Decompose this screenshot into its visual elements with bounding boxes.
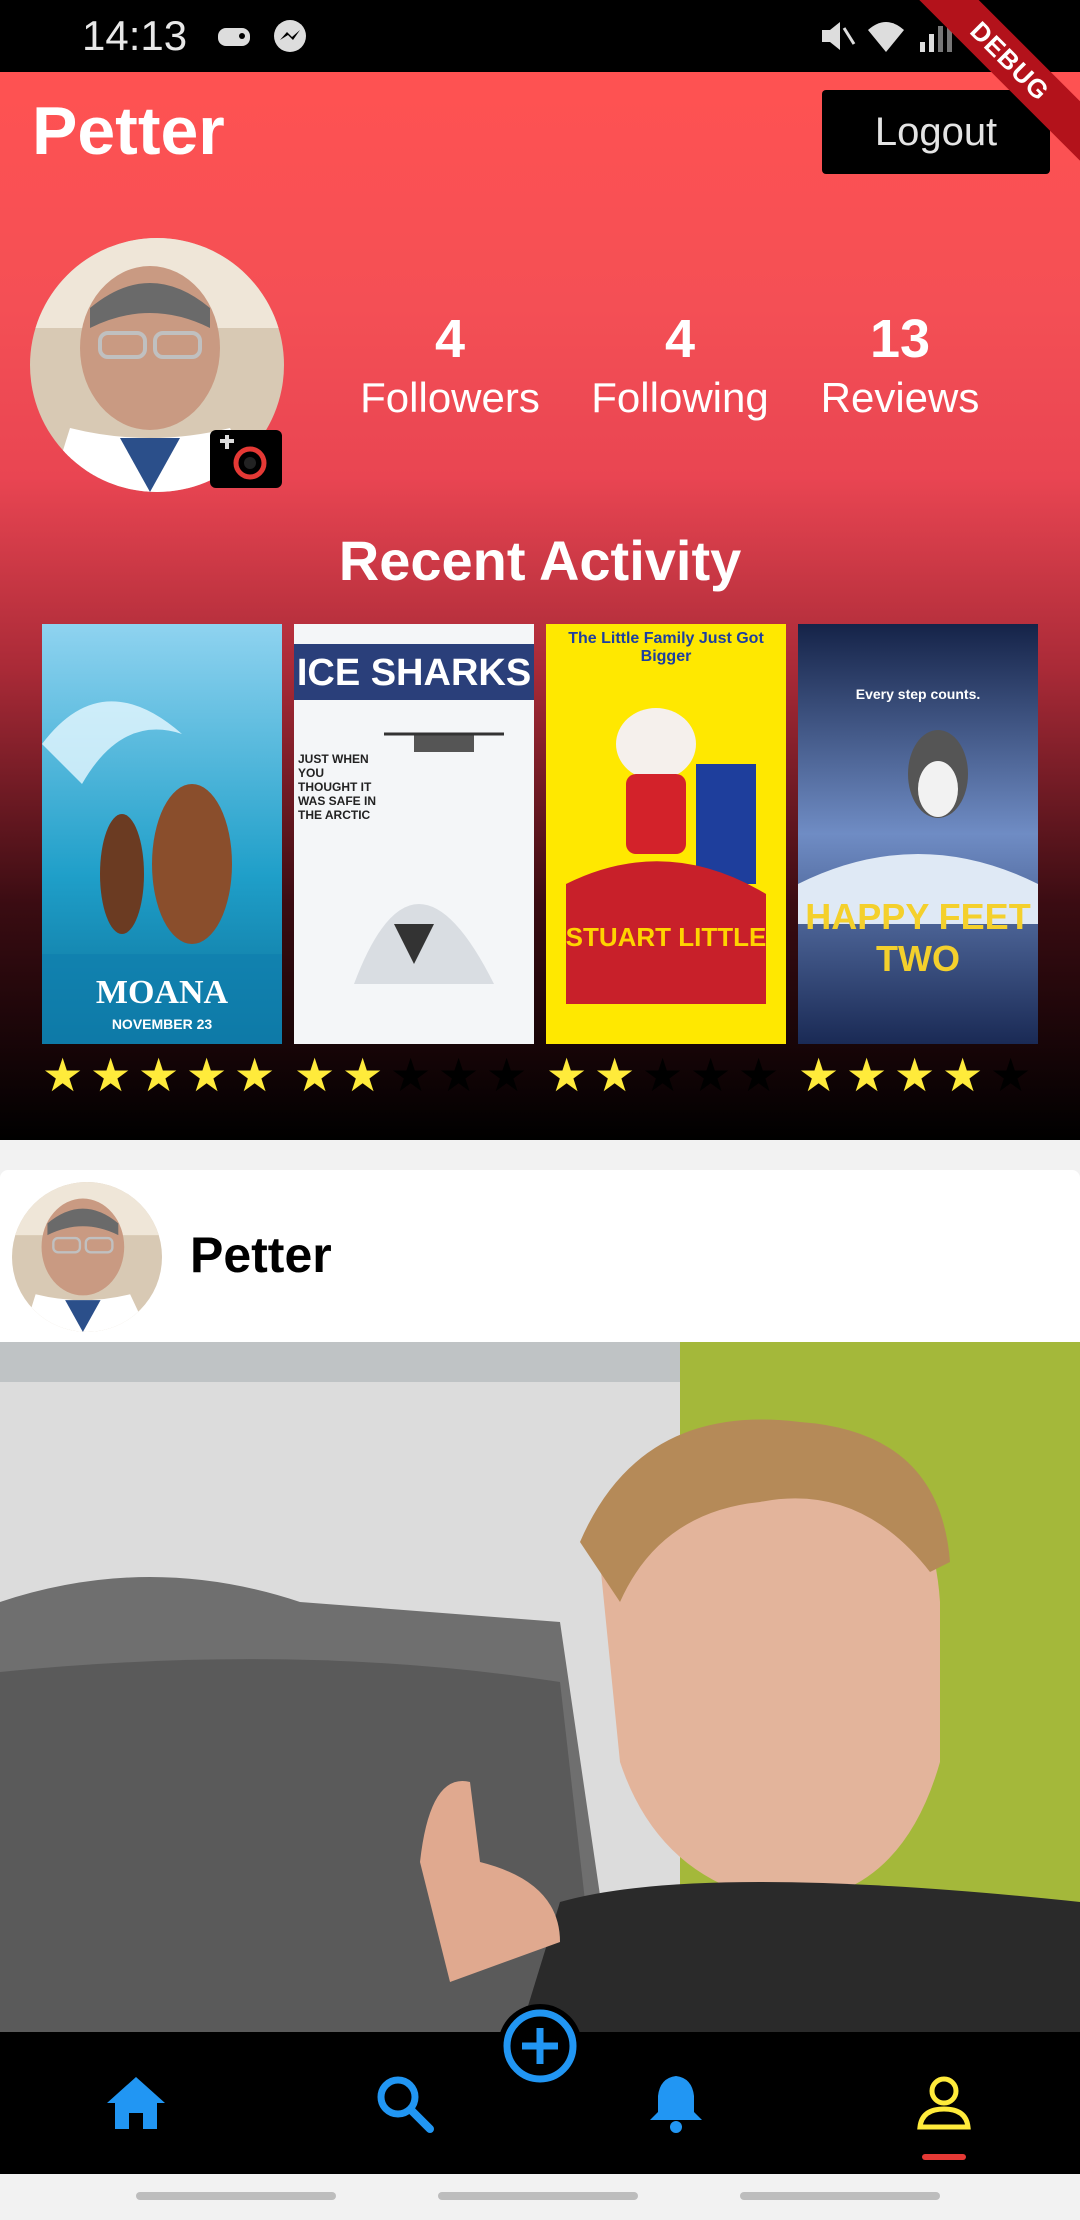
poster-happy-feet-two[interactable]: Every step counts. HAPPY FEET TWO xyxy=(798,624,1038,1044)
following-count: 4 xyxy=(664,309,696,369)
poster-title: STUART LITTLE xyxy=(565,922,767,952)
poster-tagline: The Little Family Just Got Bigger xyxy=(568,630,764,665)
star-icon: ★ xyxy=(42,1049,84,1101)
poster-moana[interactable]: MOANA NOVEMBER 23 xyxy=(42,624,282,1044)
person-icon xyxy=(917,2076,971,2130)
add-circle-icon xyxy=(503,2009,577,2083)
reviews-stat[interactable]: 13 Reviews xyxy=(800,308,1000,422)
star-icon: ★ xyxy=(294,1049,336,1101)
star-icon: ★ xyxy=(894,1049,936,1101)
poster-title: MOANA xyxy=(95,974,229,1011)
star-icon: ★ xyxy=(90,1049,132,1101)
rating-stars-1: ★ ★ ★ ★ ★ xyxy=(42,1050,282,1100)
post-image[interactable] xyxy=(0,1342,1080,2032)
change-photo-button[interactable] xyxy=(210,430,282,488)
poster-stuart-little[interactable]: The Little Family Just Got Bigger STUART… xyxy=(546,624,786,1044)
poster-title: ICE SHARKS xyxy=(296,652,532,694)
add-post-button[interactable] xyxy=(498,2004,582,2088)
messenger-icon xyxy=(274,20,306,52)
rating-stars-3: ★ ★ ★ ★ ★ xyxy=(546,1050,786,1100)
followers-count: 4 xyxy=(434,309,466,369)
profile-header: Petter Logout onen ina henne. 4 Follower… xyxy=(0,72,1080,1140)
star-icon: ★ xyxy=(486,1049,528,1101)
game-controller-icon xyxy=(218,28,250,46)
star-icon: ★ xyxy=(594,1049,636,1101)
rating-stars-4: ★ ★ ★ ★ ★ xyxy=(798,1050,1038,1100)
rating-stars-2: ★ ★ ★ ★ ★ xyxy=(294,1050,534,1100)
wifi-icon xyxy=(868,22,904,52)
following-stat[interactable]: 4 Following xyxy=(580,308,780,422)
star-icon: ★ xyxy=(738,1049,780,1101)
nav-notifications[interactable] xyxy=(606,2032,746,2174)
star-icon: ★ xyxy=(438,1049,480,1101)
gesture-pill-center xyxy=(438,2192,638,2200)
star-icon: ★ xyxy=(546,1049,588,1101)
recent-activity-title: Recent Activity xyxy=(338,529,742,592)
active-tab-indicator xyxy=(922,2154,966,2160)
reviews-label: Reviews xyxy=(820,374,980,421)
star-icon: ★ xyxy=(390,1049,432,1101)
profile-username: Petter xyxy=(32,93,225,169)
following-label: Following xyxy=(591,374,769,421)
post-header: Petter xyxy=(0,1170,1080,1342)
gesture-pill-right xyxy=(740,2192,940,2200)
nav-home[interactable] xyxy=(66,2032,206,2174)
gesture-bar xyxy=(0,2174,1080,2220)
star-icon: ★ xyxy=(138,1049,180,1101)
star-icon: ★ xyxy=(990,1049,1032,1101)
logout-button[interactable]: Logout xyxy=(822,90,1050,174)
poster-tagline: Every step counts. xyxy=(855,686,981,702)
poster-title: HAPPY FEET TWO xyxy=(805,896,1031,979)
star-icon: ★ xyxy=(798,1049,840,1101)
star-icon: ★ xyxy=(642,1049,684,1101)
star-icon: ★ xyxy=(186,1049,228,1101)
post-avatar[interactable] xyxy=(12,1182,162,1332)
svg-text:onen: onen xyxy=(46,447,77,463)
mute-icon xyxy=(822,22,856,50)
star-icon: ★ xyxy=(690,1049,732,1101)
reviews-count: 13 xyxy=(869,309,931,369)
nav-profile[interactable] xyxy=(874,2032,1014,2174)
svg-text:ina henne.: ina henne. xyxy=(46,465,111,481)
status-bar: 14:13 xyxy=(0,0,1080,72)
star-icon: ★ xyxy=(342,1049,384,1101)
star-icon: ★ xyxy=(234,1049,276,1101)
home-icon xyxy=(107,2077,165,2129)
poster-subtitle: JUST WHEN YOU THOUGHT IT WAS SAFE IN THE… xyxy=(298,752,377,822)
nav-search[interactable] xyxy=(334,2032,474,2174)
followers-stat[interactable]: 4 Followers xyxy=(350,308,550,422)
poster-subtitle: NOVEMBER 23 xyxy=(111,1016,213,1032)
status-time: 14:13 xyxy=(82,12,188,59)
search-icon xyxy=(377,2076,434,2133)
star-icon: ★ xyxy=(846,1049,888,1101)
star-icon: ★ xyxy=(942,1049,984,1101)
bell-icon xyxy=(650,2076,702,2133)
followers-label: Followers xyxy=(360,374,540,421)
poster-ice-sharks[interactable]: ICE SHARKS JUST WHEN YOU THOUGHT IT WAS … xyxy=(294,624,534,1044)
gesture-pill-left xyxy=(136,2192,336,2200)
post-username[interactable]: Petter xyxy=(190,1226,332,1284)
camera-switch-icon xyxy=(220,435,267,480)
